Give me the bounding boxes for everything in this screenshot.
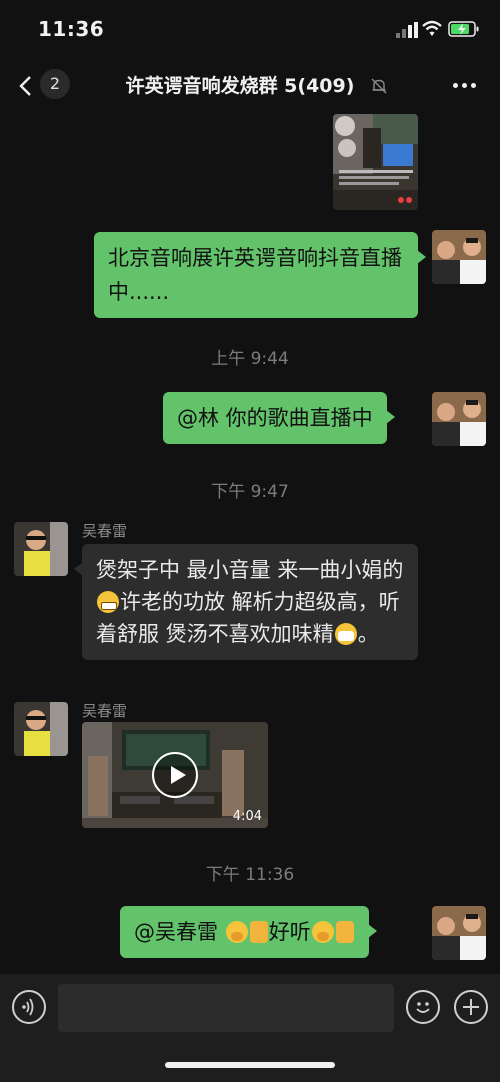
chat-title: 许英谔音响发烧群 5(409): [125, 75, 355, 97]
emoji-button[interactable]: [406, 990, 440, 1024]
mask-emoji-icon: [334, 623, 357, 645]
avatar-photo: [14, 522, 68, 576]
battery-charging-icon: [448, 21, 479, 37]
avatar-photo: [432, 906, 486, 960]
chat-messages[interactable]: 北京音响展许英谔音响抖音直播中...... 上午 9:44 @林 你的歌曲直播中…: [0, 114, 500, 974]
image-message[interactable]: [333, 114, 418, 210]
avatar-photo: [432, 392, 486, 446]
plus-icon: [463, 999, 479, 1015]
shy-emoji-icon: [225, 921, 248, 943]
timestamp: 下午 9:47: [211, 482, 289, 502]
incoming-message[interactable]: 煲架子中 最小音量 来一曲小娟的许老的功放 解析力超级高，听着舒服 煲汤不喜欢加…: [74, 544, 418, 660]
message-text: @吴春雷: [134, 920, 225, 944]
more-options-button[interactable]: [448, 70, 482, 100]
signal-icon: [396, 22, 418, 38]
message-text: 。: [357, 622, 379, 646]
sender-name: 吴春雷: [82, 702, 128, 720]
avatar[interactable]: [432, 230, 486, 284]
grin-emoji-icon: [97, 591, 119, 613]
input-bar: [0, 974, 500, 1082]
avatar[interactable]: [14, 522, 68, 576]
add-button[interactable]: [454, 990, 488, 1024]
unread-badge: 2: [40, 69, 70, 99]
chevron-left-icon: [19, 76, 31, 96]
home-indicator: [165, 1062, 335, 1068]
thumbs-up-icon: [249, 921, 268, 943]
dot-icon: [462, 83, 467, 88]
video-duration: 4:04: [232, 809, 262, 824]
outgoing-message[interactable]: @吴春雷 好听: [120, 906, 377, 958]
outgoing-message[interactable]: 北京音响展许英谔音响抖音直播中......: [94, 232, 426, 318]
avatar-photo: [14, 702, 68, 756]
chat-header: 2 许英谔音响发烧群 5(409): [0, 56, 500, 114]
play-button[interactable]: [152, 752, 198, 798]
avatar[interactable]: [432, 906, 486, 960]
message-text: 煲架子中 最小音量 来一曲小娟的: [96, 558, 404, 582]
photo-thumbnail: [333, 114, 418, 210]
outgoing-message[interactable]: @林 你的歌曲直播中: [163, 392, 395, 444]
message-input[interactable]: [58, 984, 394, 1032]
sender-name: 吴春雷: [82, 522, 128, 540]
status-bar: 11:36: [0, 0, 500, 56]
thumbs-up-icon: [335, 921, 354, 943]
timestamp: 上午 9:44: [211, 349, 289, 369]
avatar-photo: [432, 230, 486, 284]
video-message[interactable]: 4:04: [82, 722, 268, 828]
voice-button[interactable]: [12, 990, 46, 1024]
back-button[interactable]: 2: [12, 66, 72, 104]
voice-icon: [22, 998, 34, 1016]
dot-icon: [453, 83, 458, 88]
timestamp: 下午 11:36: [205, 865, 295, 885]
avatar[interactable]: [432, 392, 486, 446]
status-time: 11:36: [38, 17, 105, 41]
avatar[interactable]: [14, 702, 68, 756]
message-text: 好听: [268, 920, 311, 944]
bell-slash-icon: [371, 78, 387, 94]
wifi-icon: [422, 20, 442, 36]
dot-icon: [471, 83, 476, 88]
smiley-icon: [416, 1002, 430, 1013]
shy-emoji-icon: [311, 921, 334, 943]
